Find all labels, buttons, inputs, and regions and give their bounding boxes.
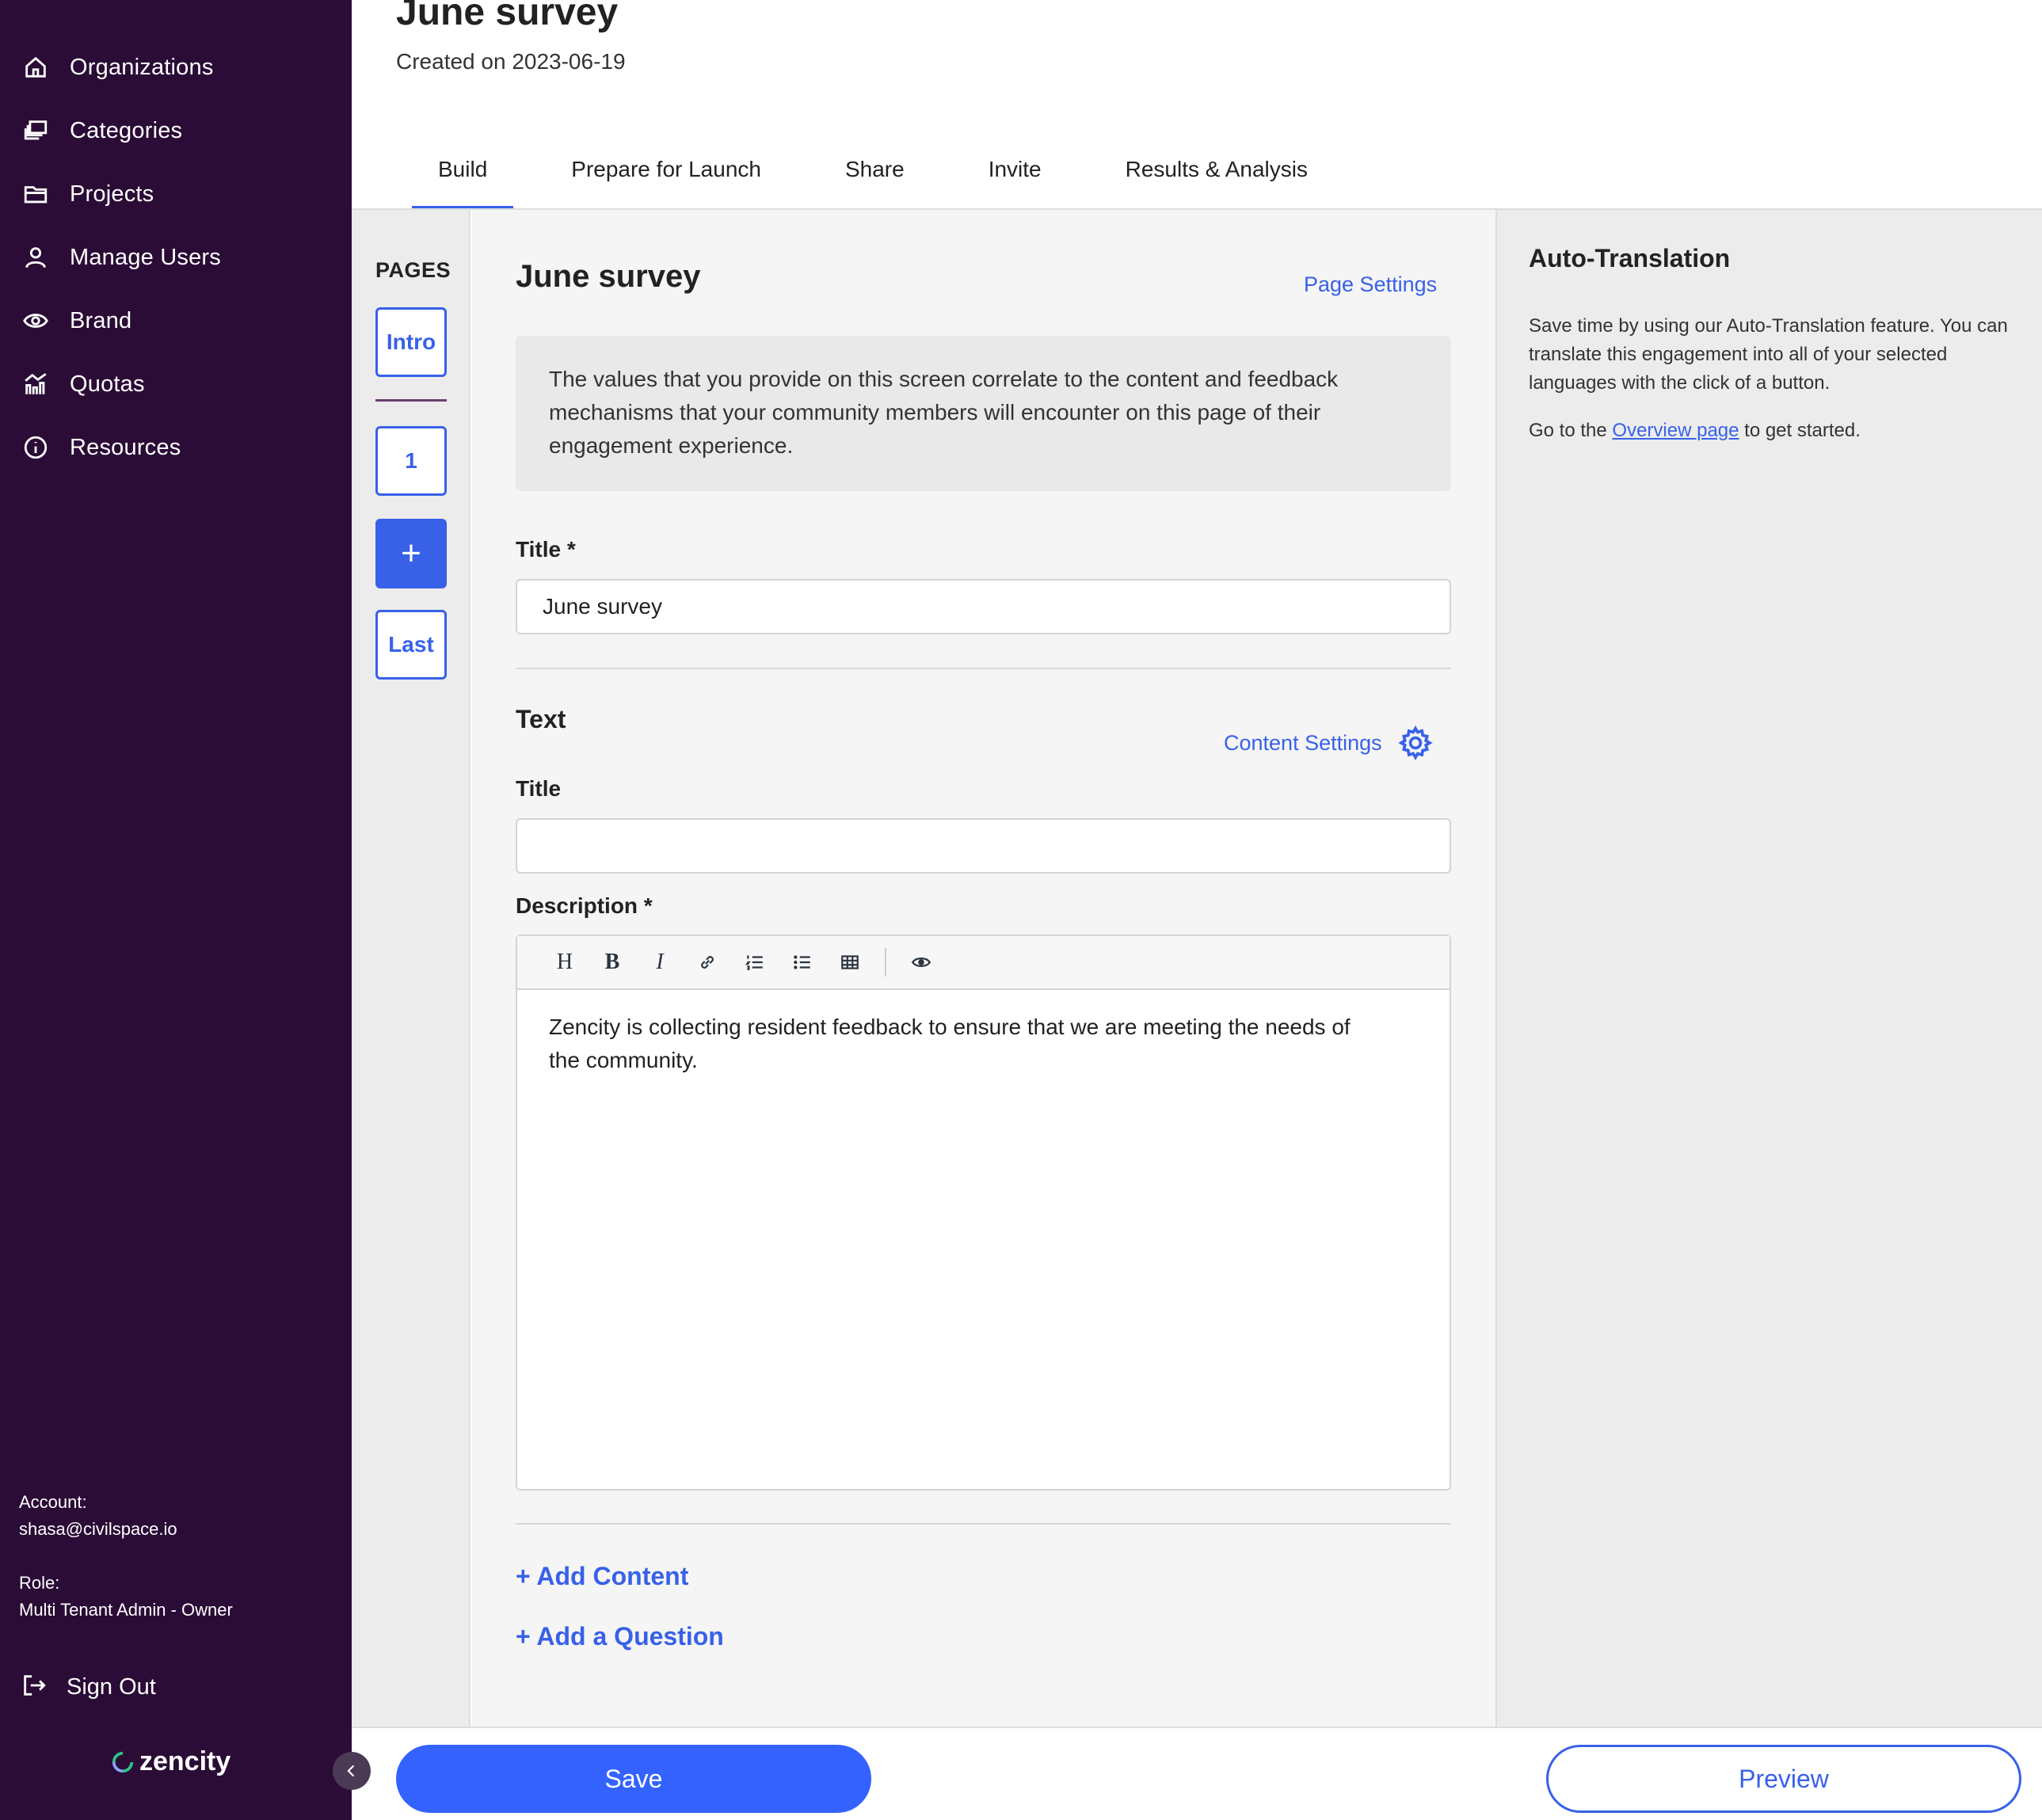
sign-out-label: Sign Out	[67, 1673, 156, 1700]
add-question-link[interactable]: + Add a Question	[516, 1622, 724, 1651]
page-1-button[interactable]: 1	[375, 426, 447, 496]
sidebar-item-organizations[interactable]: Organizations	[0, 36, 352, 99]
section-title: June survey	[516, 259, 701, 294]
page-settings-link[interactable]: Page Settings	[1304, 272, 1437, 297]
sidebar-item-label: Brand	[70, 307, 132, 333]
sidebar-item-label: Quotas	[70, 371, 145, 397]
link-icon	[701, 956, 714, 969]
sidebar-nav: Organizations Categories Projects Manage…	[0, 36, 352, 479]
heading-button[interactable]: H	[541, 942, 589, 982]
sidebar-item-label: Organizations	[70, 54, 214, 80]
text-title-label: Title	[516, 776, 562, 801]
pages-divider	[375, 399, 447, 402]
home-icon	[21, 52, 51, 82]
sidebar: Organizations Categories Projects Manage…	[0, 0, 352, 1820]
sidebar-item-label: Categories	[70, 117, 183, 143]
tab-results-analysis[interactable]: Results & Analysis	[1099, 143, 1334, 209]
toolbar-separator	[885, 948, 886, 977]
user-icon	[21, 242, 51, 272]
gear-icon	[1398, 725, 1433, 760]
section-divider	[516, 668, 1451, 669]
sidebar-item-label: Manage Users	[70, 244, 221, 270]
preview-button[interactable]: Preview	[1546, 1745, 2021, 1813]
page-title: June survey	[396, 0, 619, 33]
page-last-button[interactable]: Last	[375, 610, 447, 680]
go-suffix: to get started.	[1739, 420, 1861, 441]
tab-invite[interactable]: Invite	[962, 143, 1068, 209]
page-intro-button[interactable]: Intro	[375, 307, 447, 377]
editor-toolbar: H B I	[517, 936, 1450, 990]
logo-text: zencity	[139, 1746, 231, 1776]
preview-toggle-button[interactable]	[897, 942, 945, 982]
tab-build[interactable]: Build	[412, 143, 514, 209]
info-box: The values that you provide on this scre…	[516, 336, 1451, 491]
pages-label: PAGES	[375, 258, 451, 282]
ordered-list-icon	[745, 955, 763, 970]
auto-translation-title: Auto-Translation	[1529, 244, 1731, 272]
sidebar-item-label: Projects	[70, 181, 154, 207]
info-text: The values that you provide on this scre…	[549, 367, 1339, 458]
content-settings-button[interactable]: Content Settings	[1224, 725, 1433, 760]
chevron-left-icon	[347, 1765, 355, 1777]
auto-translation-go: Go to the Overview page to get started.	[1529, 420, 1861, 442]
sign-out-button[interactable]: Sign Out	[21, 1655, 156, 1719]
table-icon	[841, 955, 859, 969]
info-icon	[21, 432, 51, 463]
table-button[interactable]	[826, 942, 874, 982]
italic-button[interactable]: I	[636, 942, 684, 982]
add-content-link[interactable]: + Add Content	[516, 1562, 688, 1591]
sidebar-item-categories[interactable]: Categories	[0, 99, 352, 162]
bullet-list-button[interactable]	[779, 942, 826, 982]
content-settings-label: Content Settings	[1224, 730, 1382, 755]
logout-icon	[21, 1672, 48, 1703]
overview-page-link[interactable]: Overview page	[1612, 420, 1739, 441]
tab-prepare-for-launch[interactable]: Prepare for Launch	[545, 143, 787, 209]
layers-icon	[21, 116, 51, 146]
auto-translation-text: Save time by using our Auto-Translation …	[1529, 315, 2008, 394]
eye-icon	[911, 958, 931, 967]
sidebar-item-brand[interactable]: Brand	[0, 289, 352, 352]
account-email: shasa@civilspace.io	[19, 1519, 177, 1539]
save-button[interactable]: Save	[396, 1745, 871, 1813]
logo-mark-icon	[112, 1751, 134, 1772]
text-title-input[interactable]	[516, 818, 1451, 874]
sidebar-item-resources[interactable]: Resources	[0, 416, 352, 479]
add-page-button[interactable]: +	[375, 519, 447, 588]
text-heading: Text	[516, 705, 566, 733]
bullet-list-icon	[794, 955, 810, 969]
eye-icon	[21, 306, 51, 336]
role-label: Role:	[19, 1573, 60, 1593]
sidebar-item-label: Resources	[70, 434, 181, 460]
collapse-sidebar-button[interactable]	[333, 1752, 371, 1790]
account-info: Account: shasa@civilspace.io Role: Multi…	[19, 1489, 233, 1624]
tab-bar: Build Prepare for Launch Share Invite Re…	[412, 143, 1366, 209]
description-text[interactable]: Zencity is collecting resident feedback …	[517, 990, 1404, 1098]
sidebar-item-quotas[interactable]: Quotas	[0, 352, 352, 416]
folder-icon	[21, 179, 51, 209]
chart-icon	[21, 369, 51, 399]
bold-button[interactable]: B	[589, 942, 636, 982]
sidebar-item-projects[interactable]: Projects	[0, 162, 352, 226]
go-prefix: Go to the	[1529, 420, 1613, 441]
title-label: Title *	[516, 537, 576, 562]
ordered-list-button[interactable]	[731, 942, 779, 982]
description-label: Description *	[516, 893, 653, 918]
section-divider	[516, 1523, 1451, 1525]
title-input[interactable]	[516, 579, 1451, 634]
link-button[interactable]	[684, 942, 731, 982]
tab-share[interactable]: Share	[819, 143, 931, 209]
page-subtitle: Created on 2023-06-19	[396, 49, 626, 74]
description-editor: H B I Zencity is collecting resident fee…	[516, 935, 1451, 1491]
sidebar-item-manage-users[interactable]: Manage Users	[0, 226, 352, 289]
zencity-logo: zencity	[111, 1746, 230, 1777]
account-label: Account:	[19, 1492, 87, 1512]
role-value: Multi Tenant Admin - Owner	[19, 1600, 233, 1620]
